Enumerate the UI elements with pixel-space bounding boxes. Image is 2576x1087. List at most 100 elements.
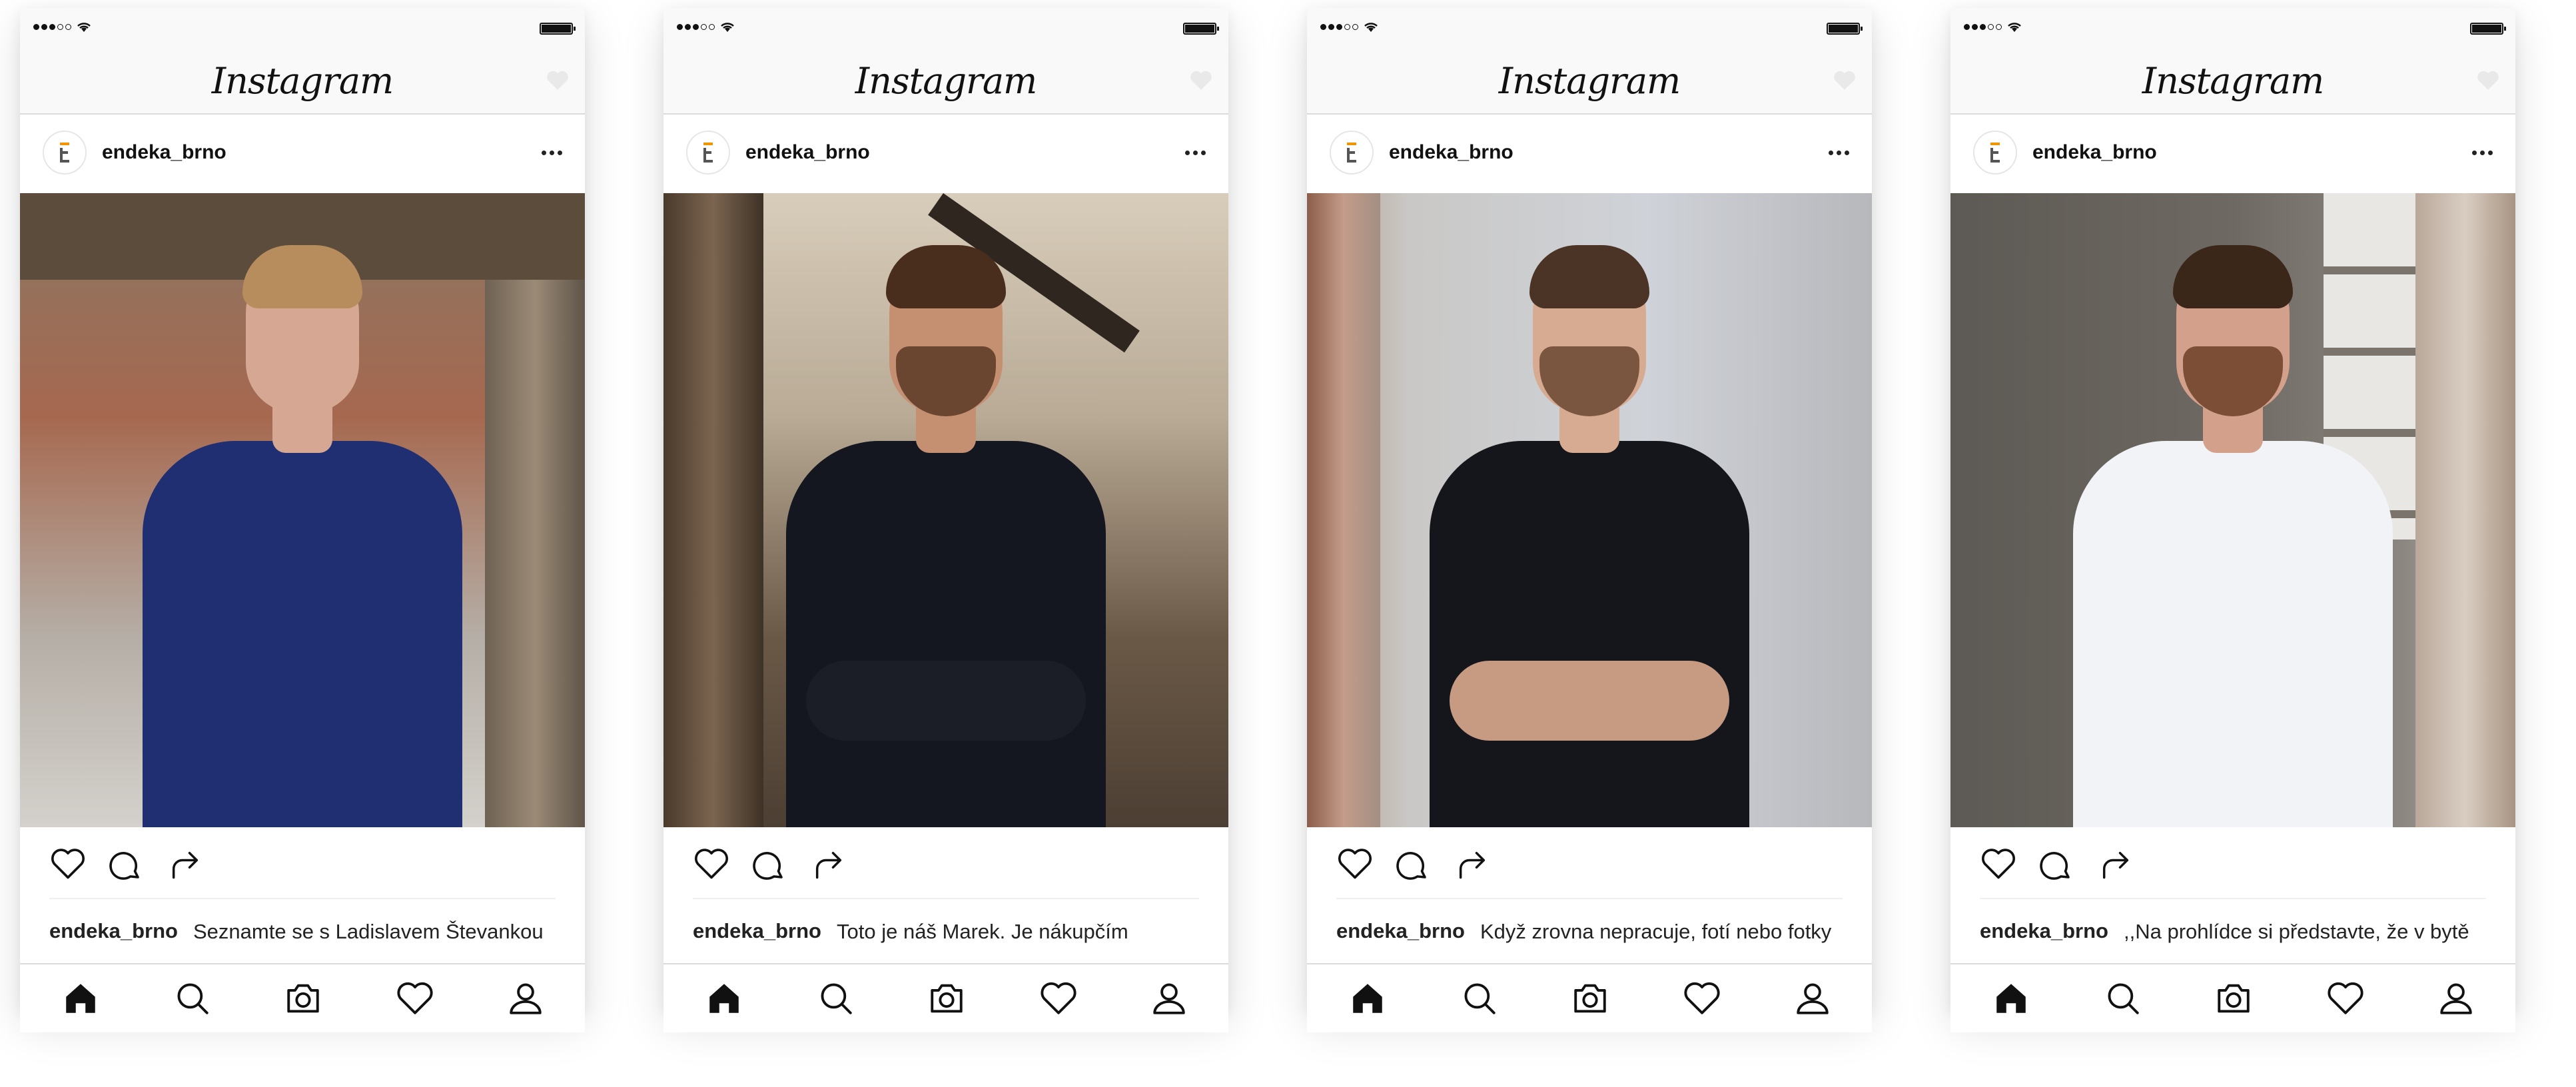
post-header: endeka_brno <box>1307 115 1872 193</box>
signal-icon <box>33 21 92 33</box>
share-icon[interactable] <box>1455 847 1490 882</box>
more-options-icon[interactable] <box>1825 151 1849 155</box>
heart-icon[interactable] <box>1039 979 1078 1018</box>
signal-icon <box>677 21 735 33</box>
search-icon[interactable] <box>1460 979 1499 1018</box>
post-caption: endeka_brno ,,Na prohlídce si představte… <box>1950 899 2515 964</box>
signal-icon <box>1320 21 1379 33</box>
app-header: Instagram <box>1307 49 1872 115</box>
heart-icon[interactable] <box>1336 847 1374 881</box>
post-photo[interactable] <box>20 193 585 827</box>
endeka-logo-icon <box>703 143 713 163</box>
home-icon[interactable] <box>61 979 100 1018</box>
camera-icon[interactable] <box>1571 979 1609 1018</box>
activity-heart-icon[interactable] <box>1188 69 1214 92</box>
post-photo[interactable] <box>663 193 1228 827</box>
caption-text: Toto je náš Marek. Je nákupčím <box>837 920 1128 943</box>
post-actions <box>1950 827 2515 899</box>
activity-heart-icon[interactable] <box>545 69 570 92</box>
battery-icon <box>1827 23 1863 35</box>
camera-icon[interactable] <box>2214 979 2253 1018</box>
endeka-logo-icon <box>60 143 69 163</box>
post-card: Instagram endeka_brno endeka_brno Toto j… <box>663 8 1228 1032</box>
more-options-icon[interactable] <box>538 151 562 155</box>
search-icon[interactable] <box>173 979 212 1018</box>
post-caption: endeka_brno Toto je náš Marek. Je nákupč… <box>663 899 1228 964</box>
caption-text: Když zrovna nepracuje, fotí nebo fotky <box>1480 920 1832 943</box>
caption-username[interactable]: endeka_brno <box>693 919 821 943</box>
heart-icon[interactable] <box>1683 979 1721 1018</box>
post-caption: endeka_brno Když zrovna nepracuje, fotí … <box>1307 899 1872 964</box>
avatar[interactable] <box>1973 131 2017 175</box>
post-card: Instagram endeka_brno endeka_brno Když z… <box>1307 8 1872 1032</box>
caption-username[interactable]: endeka_brno <box>1336 919 1465 943</box>
profile-icon[interactable] <box>2437 979 2475 1018</box>
camera-icon[interactable] <box>927 979 966 1018</box>
search-icon[interactable] <box>2104 979 2142 1018</box>
post-header: endeka_brno <box>20 115 585 193</box>
post-photo[interactable] <box>1307 193 1872 827</box>
app-header: Instagram <box>663 49 1228 115</box>
app-header: Instagram <box>1950 49 2515 115</box>
home-icon[interactable] <box>1992 979 2030 1018</box>
battery-icon <box>1183 23 1219 35</box>
instagram-logo: Instagram <box>855 60 1037 102</box>
home-icon[interactable] <box>1348 979 1387 1018</box>
status-bar <box>20 8 585 49</box>
share-icon[interactable] <box>811 847 846 882</box>
post-header: endeka_brno <box>663 115 1228 193</box>
activity-heart-icon[interactable] <box>1832 69 1857 92</box>
status-bar <box>663 8 1228 49</box>
activity-heart-icon[interactable] <box>2475 69 2501 92</box>
heart-icon[interactable] <box>693 847 730 881</box>
bottom-nav <box>1950 964 2515 1032</box>
post-username[interactable]: endeka_brno <box>102 141 226 164</box>
caption-text: ,,Na prohlídce si představte, že v bytě <box>2124 920 2469 943</box>
heart-icon[interactable] <box>396 979 434 1018</box>
caption-username[interactable]: endeka_brno <box>49 919 178 943</box>
post-username[interactable]: endeka_brno <box>745 141 870 164</box>
caption-text: Seznamte se s Ladislavem Števankou <box>193 920 544 943</box>
search-icon[interactable] <box>817 979 855 1018</box>
battery-icon <box>540 23 576 35</box>
profile-icon[interactable] <box>1793 979 1832 1018</box>
instagram-logo: Instagram <box>2142 60 2324 102</box>
comment-icon[interactable] <box>108 847 144 883</box>
comment-icon[interactable] <box>751 847 787 883</box>
more-options-icon[interactable] <box>1182 151 1206 155</box>
post-photo[interactable] <box>1950 193 2515 827</box>
bottom-nav <box>20 964 585 1032</box>
share-icon[interactable] <box>168 847 203 882</box>
post-username[interactable]: endeka_brno <box>2032 141 2157 164</box>
signal-icon <box>1964 21 2022 33</box>
status-bar <box>1950 8 2515 49</box>
comment-icon[interactable] <box>1395 847 1431 883</box>
post-username[interactable]: endeka_brno <box>1389 141 1513 164</box>
instagram-logo: Instagram <box>211 60 394 102</box>
profile-icon[interactable] <box>506 979 545 1018</box>
avatar[interactable] <box>43 131 87 175</box>
profile-icon[interactable] <box>1150 979 1188 1018</box>
status-bar <box>1307 8 1872 49</box>
avatar[interactable] <box>686 131 730 175</box>
heart-icon[interactable] <box>2326 979 2365 1018</box>
heart-icon[interactable] <box>49 847 87 881</box>
post-header: endeka_brno <box>1950 115 2515 193</box>
more-options-icon[interactable] <box>2469 151 2493 155</box>
post-actions <box>663 827 1228 899</box>
post-card: Instagram endeka_brno endeka_brno Seznam… <box>20 8 585 1032</box>
home-icon[interactable] <box>705 979 743 1018</box>
bottom-nav <box>1307 964 1872 1032</box>
post-card: Instagram endeka_brno endeka_brno ,,Na p… <box>1950 8 2515 1032</box>
comment-icon[interactable] <box>2038 847 2074 883</box>
post-actions <box>1307 827 1872 899</box>
avatar[interactable] <box>1330 131 1374 175</box>
share-icon[interactable] <box>2098 847 2133 882</box>
app-header: Instagram <box>20 49 585 115</box>
caption-username[interactable]: endeka_brno <box>1980 919 2108 943</box>
endeka-logo-icon <box>1347 143 1356 163</box>
post-caption: endeka_brno Seznamte se s Ladislavem Šte… <box>20 899 585 964</box>
heart-icon[interactable] <box>1980 847 2017 881</box>
instagram-logo: Instagram <box>1498 60 1681 102</box>
camera-icon[interactable] <box>284 979 322 1018</box>
